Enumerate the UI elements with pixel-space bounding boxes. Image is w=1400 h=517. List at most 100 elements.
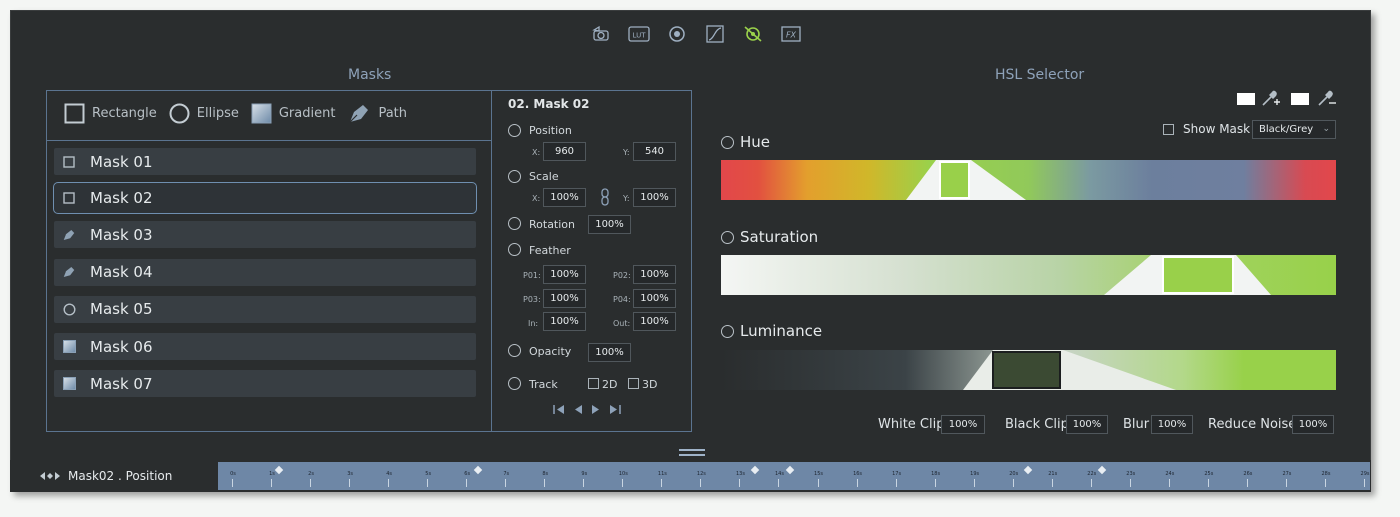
mask-item-01[interactable]: Mask 01 xyxy=(54,148,476,175)
rectangle-label: Rectangle xyxy=(92,106,157,121)
timeline-tick: 14s xyxy=(775,462,784,490)
mask-item-label: Mask 02 xyxy=(90,189,153,208)
timeline-tick-label: 9s xyxy=(581,471,588,477)
scale-x-label: X: xyxy=(532,194,541,203)
mask-item-04[interactable]: Mask 04 xyxy=(54,258,476,286)
rotation-field[interactable]: 100% xyxy=(588,215,631,234)
in-label: In: xyxy=(528,319,539,328)
hue-radio[interactable] xyxy=(721,135,734,149)
position-radio[interactable] xyxy=(508,124,521,137)
masks-title: Masks xyxy=(348,67,392,83)
eyedropper-add-icon[interactable] xyxy=(1260,88,1280,112)
position-y-field[interactable]: 540 xyxy=(633,142,676,161)
position-y-label: Y: xyxy=(623,148,630,157)
keyframe-marker[interactable] xyxy=(785,465,795,475)
timeline: Mask02 . Position 0s 1s 2s 3s 4s 5s 6s 7s 8s 9s 10… xyxy=(10,460,1371,492)
gradient-button[interactable]: Gradient xyxy=(251,103,335,124)
black-clip-field[interactable]: 100% xyxy=(1066,415,1108,434)
hsl-icon[interactable] xyxy=(742,24,764,44)
saturation-radio[interactable] xyxy=(721,230,734,244)
keyframe-marker[interactable] xyxy=(1024,465,1033,475)
keyframe-marker[interactable] xyxy=(473,465,483,475)
opacity-radio[interactable] xyxy=(508,344,521,357)
position-x-field[interactable]: 960 xyxy=(543,142,586,161)
track-3d-checkbox[interactable] xyxy=(628,378,639,389)
luminance-range-bar[interactable] xyxy=(721,350,1336,390)
keyframe-marker[interactable] xyxy=(750,465,760,475)
gradient-icon xyxy=(62,340,76,354)
mask-mode-select[interactable]: Black/Grey ⌄ xyxy=(1252,120,1336,139)
link-icon[interactable] xyxy=(600,188,610,210)
lut-icon[interactable]: LUT xyxy=(628,24,650,44)
mask-item-03[interactable]: Mask 03 xyxy=(54,221,476,249)
timeline-track-name: Mask02 . Position xyxy=(68,469,173,483)
keyframe-nav-icon[interactable] xyxy=(40,469,60,483)
curve-icon[interactable] xyxy=(704,24,726,44)
timeline-track-label: Mask02 . Position xyxy=(22,460,218,492)
track-transport xyxy=(553,400,621,419)
step-forward-icon[interactable] xyxy=(609,400,621,419)
luminance-radio[interactable] xyxy=(721,324,734,338)
saturation-range-bar[interactable] xyxy=(721,255,1336,295)
mask-item-02[interactable]: Mask 02 xyxy=(53,182,477,215)
timeline-tick: 24s xyxy=(1165,462,1174,490)
track-label: Track xyxy=(529,378,558,391)
hue-range-bar[interactable] xyxy=(721,160,1336,200)
reduce-noise-field[interactable]: 100% xyxy=(1292,415,1334,434)
rectangle-icon xyxy=(62,155,76,169)
timeline-tick-label: 26s xyxy=(1243,471,1253,477)
scale-radio[interactable] xyxy=(508,170,521,183)
path-button[interactable]: Path xyxy=(347,103,407,124)
mask-item-label: Mask 03 xyxy=(90,225,153,244)
p03-field[interactable]: 100% xyxy=(543,289,586,308)
play-backward-icon[interactable] xyxy=(573,400,583,419)
add-color-swatch[interactable] xyxy=(1237,93,1255,105)
opacity-label: Opacity xyxy=(529,345,572,358)
keyframe-marker[interactable] xyxy=(1098,465,1107,475)
p02-field[interactable]: 100% xyxy=(633,265,676,284)
target-icon[interactable] xyxy=(666,24,688,44)
play-forward-icon[interactable] xyxy=(591,400,601,419)
top-toolbar: LUT FX xyxy=(590,24,802,44)
timeline-tick: 3s xyxy=(347,462,353,490)
opacity-field[interactable]: 100% xyxy=(588,343,631,362)
timeline-tick-label: 8s xyxy=(542,471,549,477)
timeline-tick-label: 18s xyxy=(931,471,941,477)
timeline-tick-label: 2s xyxy=(308,471,314,477)
camera-icon[interactable] xyxy=(590,24,612,44)
track-2d-checkbox[interactable] xyxy=(588,378,599,389)
p04-field[interactable]: 100% xyxy=(633,289,676,308)
fx-icon[interactable]: FX xyxy=(780,24,802,44)
timeline-tick: 6s xyxy=(464,462,470,490)
rotation-label: Rotation xyxy=(529,218,576,231)
timeline-tick-line xyxy=(856,479,858,487)
ellipse-button[interactable]: Ellipse xyxy=(169,103,239,124)
mask-item-label: Mask 05 xyxy=(90,300,153,319)
mask-item-05[interactable]: Mask 05 xyxy=(54,295,476,323)
eyedropper-subtract-icon[interactable] xyxy=(1316,88,1336,112)
timeline-tick-line xyxy=(427,479,429,487)
feather-radio[interactable] xyxy=(508,243,521,256)
scale-y-field[interactable]: 100% xyxy=(633,188,676,207)
rectangle-button[interactable]: Rectangle xyxy=(64,103,157,124)
track-radio[interactable] xyxy=(508,377,521,390)
rotation-radio[interactable] xyxy=(508,217,521,230)
in-field[interactable]: 100% xyxy=(543,312,586,331)
mask-item-07[interactable]: Mask 07 xyxy=(54,370,476,398)
mask-item-label: Mask 07 xyxy=(90,374,153,393)
scale-x-field[interactable]: 100% xyxy=(543,188,586,207)
timeline-tick-line xyxy=(1129,479,1131,487)
panel-resize-handle[interactable] xyxy=(679,449,705,456)
timeline-ruler[interactable]: 0s 1s 2s 3s 4s 5s 6s 7s 8s 9s 10s 11s 12s 13s 14s 15s 16… xyxy=(218,462,1370,490)
white-clip-field[interactable]: 100% xyxy=(941,415,985,434)
timeline-tick: 9s xyxy=(581,462,587,490)
subtract-color-swatch[interactable] xyxy=(1291,93,1309,105)
show-mask-checkbox[interactable] xyxy=(1163,124,1174,135)
mask-item-06[interactable]: Mask 06 xyxy=(54,333,476,361)
timeline-tick-label: 15s xyxy=(814,471,823,477)
p01-field[interactable]: 100% xyxy=(543,265,586,284)
out-field[interactable]: 100% xyxy=(633,312,676,331)
blur-field[interactable]: 100% xyxy=(1151,415,1193,434)
timeline-tick-label: 29s xyxy=(1360,471,1370,477)
step-back-icon[interactable] xyxy=(553,400,565,419)
